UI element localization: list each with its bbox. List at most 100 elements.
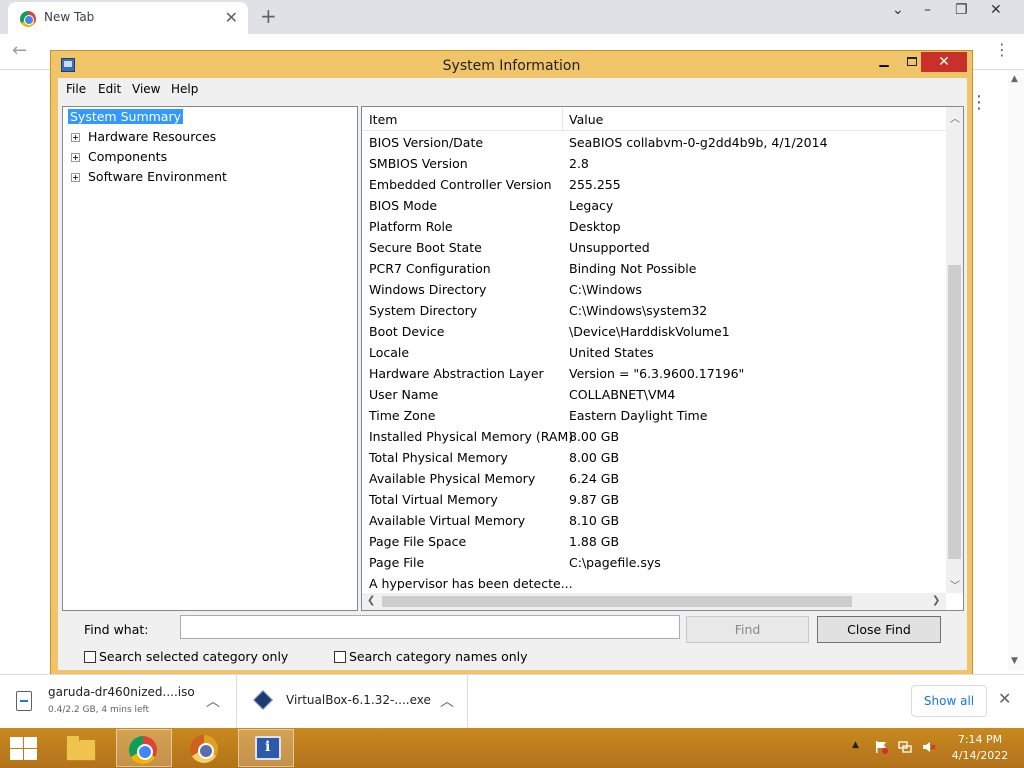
browser-scrollbar[interactable]: ▲ ▼ <box>1008 70 1024 670</box>
scroll-down-arrow-icon[interactable]: ﹀ <box>950 577 960 592</box>
tab-search-chevron-icon[interactable]: ⌄ <box>892 2 904 18</box>
row-value-cell: C:\Windows\system32 <box>569 303 708 318</box>
chevron-up-icon[interactable]: ︿ <box>440 691 454 711</box>
tree-item-software-environment[interactable]: Software Environment <box>71 169 227 184</box>
taskbar-clock[interactable]: 7:14 PM 4/14/2022 <box>950 732 1010 764</box>
close-find-button[interactable]: Close Find <box>817 616 941 643</box>
browser-minimize-button[interactable]: – <box>924 2 931 18</box>
taskbar: ▲ 7:14 PM 4/14/2022 <box>0 728 1024 768</box>
network-icon[interactable] <box>898 740 912 754</box>
tree-item-hardware-resources[interactable]: Hardware Resources <box>71 129 216 144</box>
row-item-cell: Locale <box>369 345 410 360</box>
table-row[interactable]: Boot Device \Device\HarddiskVolume1 <box>362 322 946 343</box>
column-header-item[interactable]: Item <box>369 112 397 127</box>
column-header-value[interactable]: Value <box>569 112 603 127</box>
chevron-up-icon[interactable]: ︿ <box>206 691 220 711</box>
download-item[interactable]: garuda-dr460nized....iso 0.4/2.2 GB, 4 m… <box>0 675 237 729</box>
iso-file-icon <box>16 691 32 711</box>
menu-view[interactable]: View <box>132 82 160 96</box>
table-row[interactable]: PCR7 Configuration Binding Not Possible <box>362 259 946 280</box>
table-row[interactable]: BIOS Version/Date SeaBIOS collabvm-0-g2dd… <box>362 133 946 154</box>
download-item[interactable]: VirtualBox-6.1.32-....exe ︿ <box>238 675 468 729</box>
tab-close-icon[interactable]: ✕ <box>225 8 238 27</box>
table-row[interactable]: A hypervisor has been detecte... <box>362 574 946 593</box>
table-row[interactable]: BIOS Mode Legacy <box>362 196 946 217</box>
minimize-button[interactable]: ▁ <box>871 53 897 73</box>
table-row[interactable]: Embedded Controller Version 255.255 <box>362 175 946 196</box>
taskbar-chrome[interactable] <box>116 729 172 767</box>
category-tree[interactable]: System Summary Hardware Resources Compon… <box>62 106 358 611</box>
chrome-menu-icon[interactable]: ⋮ <box>994 40 1010 59</box>
table-row[interactable]: Time Zone Eastern Daylight Time <box>362 406 946 427</box>
table-row[interactable]: SMBIOS Version 2.8 <box>362 154 946 175</box>
checkbox-box[interactable] <box>84 651 96 663</box>
find-button[interactable]: Find <box>686 616 809 643</box>
table-row[interactable]: System Directory C:\Windows\system32 <box>362 301 946 322</box>
scroll-up-arrow-icon[interactable]: ▲ <box>1011 74 1018 84</box>
browser-close-button[interactable]: ✕ <box>990 2 1002 18</box>
table-row[interactable]: Platform Role Desktop <box>362 217 946 238</box>
close-button[interactable]: ✕ <box>921 52 967 72</box>
scroll-thumb[interactable] <box>382 596 852 607</box>
details-list[interactable]: Item Value BIOS Version/Date SeaBIOS coll… <box>361 106 964 611</box>
start-button[interactable] <box>8 736 38 760</box>
clock-time: 7:14 PM <box>957 733 1003 746</box>
find-what-input[interactable] <box>180 615 680 639</box>
row-value-cell: 1.88 GB <box>569 534 620 549</box>
taskbar-file-explorer[interactable] <box>52 729 108 767</box>
table-row[interactable]: Page File C:\pagefile.sys <box>362 553 946 574</box>
table-row[interactable]: Locale United States <box>362 343 946 364</box>
row-item-cell: Hardware Abstraction Layer <box>369 366 544 381</box>
table-row[interactable]: Available Physical Memory 6.24 GB <box>362 469 946 490</box>
show-all-button[interactable]: Show all <box>911 685 987 717</box>
volume-muted-icon[interactable] <box>922 740 936 754</box>
table-row[interactable]: Hardware Abstraction Layer Version = "6.3… <box>362 364 946 385</box>
close-download-bar-icon[interactable]: ✕ <box>998 689 1011 708</box>
table-row[interactable]: User Name COLLABNET\VM4 <box>362 385 946 406</box>
vertical-scrollbar[interactable]: ︿ ﹀ <box>946 107 963 593</box>
row-value-cell: 2.8 <box>569 156 589 171</box>
search-selected-category-checkbox[interactable]: Search selected category only <box>84 649 288 664</box>
browser-tab-strip: New Tab ✕ + ⌄ – ❐ ✕ <box>0 0 1024 34</box>
search-category-names-checkbox[interactable]: Search category names only <box>334 649 528 664</box>
scroll-left-arrow-icon[interactable]: ❮ <box>367 595 375 606</box>
row-item-cell: Available Physical Memory <box>369 471 536 486</box>
row-item-cell: Time Zone <box>369 408 436 423</box>
browser-restore-button[interactable]: ❐ <box>955 2 968 18</box>
clock-date: 4/14/2022 <box>951 749 1009 762</box>
horizontal-scrollbar[interactable]: ❮ ❯ <box>362 593 946 610</box>
tree-item-components[interactable]: Components <box>71 149 167 164</box>
expand-plus-icon[interactable] <box>71 133 80 142</box>
windows-logo-tile <box>10 737 23 748</box>
table-row[interactable]: Total Physical Memory 8.00 GB <box>362 448 946 469</box>
scroll-thumb[interactable] <box>948 265 961 559</box>
expand-plus-icon[interactable] <box>71 153 80 162</box>
system-information-icon <box>255 736 281 760</box>
menu-file[interactable]: File <box>66 82 86 96</box>
new-tab-button[interactable]: + <box>260 4 277 28</box>
table-row[interactable]: Secure Boot State Unsupported <box>362 238 946 259</box>
scroll-right-arrow-icon[interactable]: ❯ <box>932 595 940 606</box>
table-row[interactable]: Windows Directory C:\Windows <box>362 280 946 301</box>
scroll-down-arrow-icon[interactable]: ▼ <box>1011 656 1018 666</box>
table-row[interactable]: Installed Physical Memory (RAM) 8.00 GB <box>362 427 946 448</box>
scroll-up-arrow-icon[interactable]: ︿ <box>950 110 960 125</box>
table-row[interactable]: Page File Space 1.88 GB <box>362 532 946 553</box>
menu-help[interactable]: Help <box>171 82 198 96</box>
back-arrow-icon[interactable]: ← <box>12 40 27 61</box>
taskbar-system-information[interactable] <box>238 729 294 767</box>
table-row[interactable]: Total Virtual Memory 9.87 GB <box>362 490 946 511</box>
action-center-flag-icon[interactable] <box>874 740 888 754</box>
column-divider[interactable] <box>562 107 563 131</box>
row-value-cell: COLLABNET\VM4 <box>569 387 676 402</box>
table-row[interactable]: Available Virtual Memory 8.10 GB <box>362 511 946 532</box>
row-value-cell: C:\Windows <box>569 282 642 297</box>
show-hidden-icons-icon[interactable]: ▲ <box>852 740 859 750</box>
chrome-favicon-icon <box>20 11 36 27</box>
menu-edit[interactable]: Edit <box>98 82 121 96</box>
expand-plus-icon[interactable] <box>71 173 80 182</box>
taskbar-chrome-canary[interactable] <box>176 729 232 767</box>
tree-item-system-summary[interactable]: System Summary <box>68 109 183 124</box>
checkbox-box[interactable] <box>334 651 346 663</box>
browser-tab[interactable]: New Tab ✕ <box>8 2 248 34</box>
